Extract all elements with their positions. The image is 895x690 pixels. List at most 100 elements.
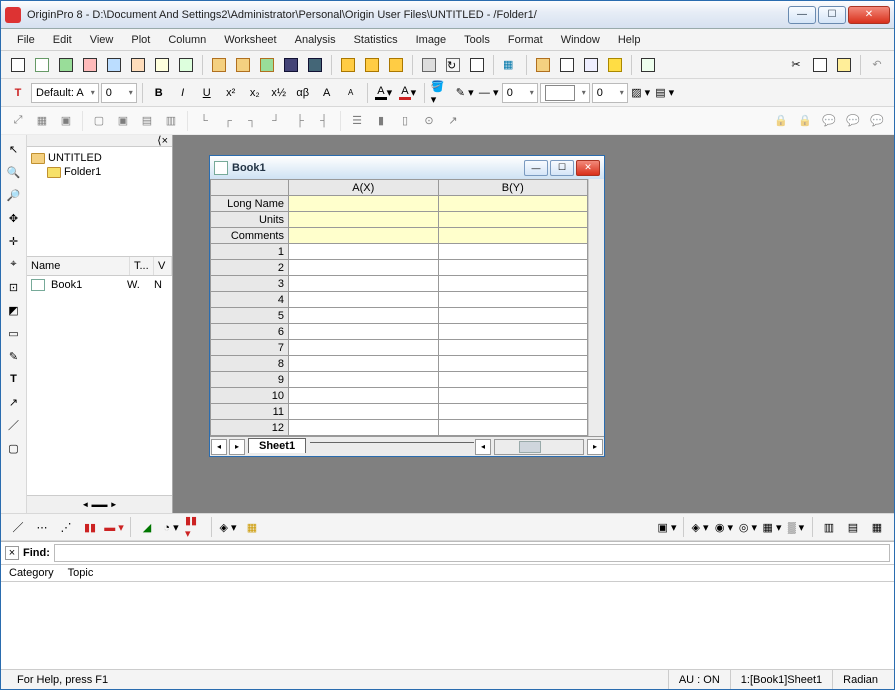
line-color-button[interactable]: ✎ ▾ [454,82,476,104]
scatter-plot-button[interactable]: ⋯ [31,516,53,538]
col-header-a[interactable]: A(X) [289,180,439,196]
axis4-button[interactable]: ┘ [265,110,287,132]
text-tool-button[interactable]: T [7,82,29,104]
cell[interactable] [438,404,588,420]
row-comments[interactable]: Comments [211,228,289,244]
new-worksheet-button[interactable] [31,54,53,76]
cell[interactable] [438,196,588,212]
pattern-button[interactable]: ▨ ▾ [630,82,652,104]
import-wizard-button[interactable] [337,54,359,76]
undo-button[interactable]: ↶ [866,54,888,76]
cell[interactable] [289,292,439,308]
cell[interactable] [438,324,588,340]
layer4-button[interactable]: ▥ [160,110,182,132]
supersub-button[interactable]: x½ [268,82,290,104]
rescale-button[interactable]: ⤢ [7,110,29,132]
font-color-button[interactable]: A ▾ [373,82,395,104]
template-lib-button[interactable]: ▣ ▾ [656,516,678,538]
area-plot-button[interactable]: ◢ [136,516,158,538]
col-view[interactable]: V [154,257,172,275]
extract-button[interactable]: ▦ [31,110,53,132]
subscript-button[interactable]: x₂ [244,82,266,104]
zoom-in-tool[interactable]: 🔍 [4,162,24,182]
row-units[interactable]: Units [211,212,289,228]
find-close-icon[interactable]: × [5,546,19,560]
cell[interactable] [289,260,439,276]
row-2[interactable]: 2 [211,260,289,276]
save-template-button[interactable] [304,54,326,76]
new-project-button[interactable] [7,54,29,76]
axis5-button[interactable]: ├ [289,110,311,132]
import-ascii-button[interactable] [361,54,383,76]
sheet-nav-last[interactable]: ▸ [229,439,245,455]
row-12[interactable]: 12 [211,420,289,436]
recalculate-button[interactable]: ▦ [499,54,521,76]
cell[interactable] [438,388,588,404]
menu-image[interactable]: Image [408,32,455,48]
surface-plot-button[interactable]: ▦ [241,516,263,538]
xyscale-button[interactable]: ▯ [394,110,416,132]
pointer-tool[interactable]: ↖ [4,139,24,159]
greek-button[interactable]: αβ [292,82,314,104]
results-log-button[interactable] [556,54,578,76]
new-excel-button[interactable] [55,54,77,76]
cell[interactable] [438,420,588,436]
row-8[interactable]: 8 [211,356,289,372]
layer1-button[interactable]: ▢ [88,110,110,132]
corner-cell[interactable] [211,180,289,196]
font-name-combo[interactable]: Default: A [31,83,99,103]
underline-button[interactable]: U [196,82,218,104]
duplicate-button[interactable] [466,54,488,76]
tree-project[interactable]: UNTITLED [29,151,170,165]
region-tool[interactable]: ▭ [4,323,24,343]
lock1-button[interactable]: 🔒 [770,110,792,132]
open-template-button[interactable] [232,54,254,76]
row-6[interactable]: 6 [211,324,289,340]
cell[interactable] [438,356,588,372]
fill-color-button[interactable]: 🪣 ▾ [430,82,452,104]
font-color2-button[interactable]: A ▾ [397,82,419,104]
new-matrix-button[interactable] [79,54,101,76]
menu-plot[interactable]: Plot [123,32,158,48]
row-11[interactable]: 11 [211,404,289,420]
lock2-button[interactable]: 🔒 [794,110,816,132]
code-builder-button[interactable] [604,54,626,76]
open-excel-button[interactable] [256,54,278,76]
menu-help[interactable]: Help [610,32,649,48]
rectangle-tool[interactable]: ▢ [4,438,24,458]
save-button[interactable] [280,54,302,76]
3d-plot-button[interactable]: ◈ ▾ [217,516,239,538]
child-maximize-button[interactable]: ☐ [550,160,574,176]
cell[interactable] [289,388,439,404]
menu-tools[interactable]: Tools [456,32,498,48]
cell[interactable] [438,308,588,324]
pie-plot-button[interactable]: ◔ ▾ [160,516,182,538]
sheet-tab-1[interactable]: Sheet1 [248,438,306,453]
draw-data-tool[interactable]: ✎ [4,346,24,366]
zoom-out-tool[interactable]: 🔎 [4,185,24,205]
layer2-button[interactable]: ▣ [112,110,134,132]
cell[interactable] [438,244,588,260]
cell[interactable] [438,228,588,244]
menu-file[interactable]: File [9,32,43,48]
comment1-button[interactable]: 💬 [818,110,840,132]
project-explorer-button[interactable] [532,54,554,76]
refresh-button[interactable]: ↻ [442,54,464,76]
cell[interactable] [438,212,588,228]
axis6-button[interactable]: ┤ [313,110,335,132]
3d-scatter-button[interactable]: ◉ ▾ [713,516,735,538]
line-style-button[interactable]: — ▾ [478,82,500,104]
date-button[interactable]: ⊙ [418,110,440,132]
new-layout-button[interactable] [127,54,149,76]
text-tool[interactable]: T [4,369,24,389]
superscript-button[interactable]: x² [220,82,242,104]
cell[interactable] [289,404,439,420]
menu-format[interactable]: Format [500,32,551,48]
line-symbol-plot-button[interactable]: ⋰ [55,516,77,538]
child-close-button[interactable]: ✕ [576,160,600,176]
axis2-button[interactable]: ┌ [217,110,239,132]
row-10[interactable]: 10 [211,388,289,404]
layer3-button[interactable]: ▤ [136,110,158,132]
minimize-button[interactable]: — [788,6,816,24]
colorscale-button[interactable]: ▮ [370,110,392,132]
